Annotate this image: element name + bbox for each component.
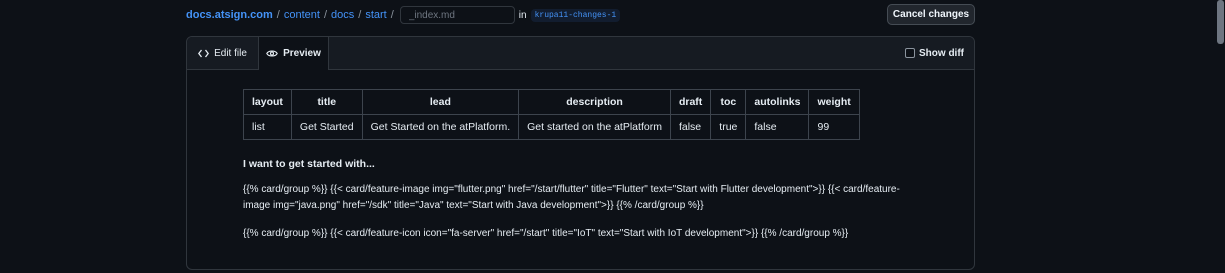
tab-preview-label: Preview	[283, 48, 321, 59]
table-cell: list	[243, 114, 292, 140]
column-header: lead	[361, 89, 520, 115]
column-header: draft	[669, 89, 712, 115]
breadcrumb-separator: /	[276, 9, 280, 21]
page-scrollbar[interactable]	[1215, 0, 1225, 273]
editor-tab-bar: Edit file Preview Show diff	[187, 37, 974, 70]
column-header: autolinks	[745, 89, 810, 115]
table-row: list Get Started Get Started on the atPl…	[243, 114, 860, 140]
table-cell: Get Started	[290, 114, 363, 140]
table-cell: Get Started on the atPlatform.	[361, 114, 520, 140]
column-header: layout	[243, 89, 292, 115]
breadcrumb-repo-link[interactable]: docs.atsign.com	[186, 9, 273, 21]
table-header-row: layout title lead description draft toc …	[243, 89, 860, 115]
table-cell: false	[669, 114, 712, 140]
tab-edit-file[interactable]: Edit file	[187, 37, 258, 69]
table-cell: false	[745, 114, 810, 140]
tab-edit-label: Edit file	[214, 47, 247, 59]
column-header: title	[290, 89, 363, 115]
branch-name-badge: krupa11-changes-1	[530, 8, 621, 22]
breadcrumb-separator: /	[390, 9, 394, 21]
filename-input[interactable]	[399, 6, 515, 24]
preview-content: layout title lead description draft toc …	[243, 89, 954, 242]
table-cell: Get started on the atPlatform	[518, 114, 671, 140]
cancel-changes-button[interactable]: Cancel changes	[887, 4, 975, 25]
in-label: in	[518, 9, 527, 21]
table-cell: true	[710, 114, 747, 140]
show-diff-checkbox[interactable]	[905, 48, 915, 58]
breadcrumb-docs-link[interactable]: docs	[331, 9, 354, 21]
eye-icon	[266, 49, 278, 58]
show-diff-label: Show diff	[919, 47, 964, 59]
content-paragraph: {{% card/group %}} {{< card/feature-imag…	[243, 184, 900, 211]
column-header: toc	[710, 89, 747, 115]
breadcrumb-separator: /	[323, 9, 328, 21]
frontmatter-table: layout title lead description draft toc …	[243, 89, 860, 140]
breadcrumb-start-link[interactable]: start	[365, 9, 386, 21]
breadcrumb-separator: /	[358, 9, 362, 21]
column-header: description	[518, 89, 671, 115]
show-diff-toggle: Show diff	[905, 37, 964, 69]
content-paragraph: {{% card/group %}} {{< card/feature-icon…	[243, 228, 849, 239]
editor-panel: Edit file Preview Show diff layout title…	[186, 36, 975, 270]
content-heading: I want to get started with...	[243, 158, 375, 170]
table-cell: 99	[808, 114, 860, 140]
breadcrumb-content-link[interactable]: content	[284, 9, 320, 21]
scrollbar-thumb[interactable]	[1217, 0, 1224, 44]
file-path-bar: docs.atsign.com / content / docs / start…	[186, 4, 975, 26]
code-icon	[198, 49, 210, 58]
column-header: weight	[808, 89, 860, 115]
tab-preview[interactable]: Preview	[258, 37, 329, 70]
